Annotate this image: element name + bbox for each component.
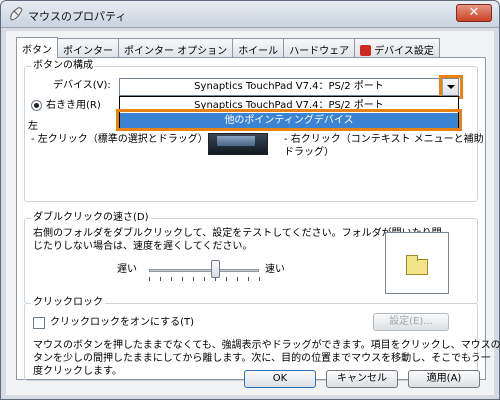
fast-label: 速い [265, 264, 285, 275]
tab-label: ホイール [238, 46, 279, 57]
device-select-value: Synaptics TouchPad V7.4：PS/2 ポート [194, 81, 384, 92]
click-lock-settings-button[interactable]: 設定(E)... [373, 313, 449, 331]
button-config-group: ボタンの構成 デバイス(V): Synaptics TouchPad V7.4：… [24, 60, 484, 202]
mouse-properties-window: マウスのプロパティ ✕ ボタン ポインター ポインター オプション ホイール ハ… [0, 0, 500, 400]
option-highlight [116, 109, 462, 131]
tab-pointer-options[interactable]: ポインター オプション [118, 38, 234, 57]
click-lock-checkbox[interactable] [33, 317, 45, 329]
right-click-description-cont: ドラッグ） [284, 147, 334, 158]
close-button[interactable]: ✕ [456, 4, 492, 22]
slider-tick [204, 277, 205, 281]
screen-window-image [217, 136, 255, 146]
click-lock-description-end: 度クリックします。 [33, 366, 122, 377]
slow-label: 遅い [117, 264, 137, 275]
tab-label: デバイス設定 [374, 46, 434, 57]
slider-tick [193, 277, 194, 281]
tab-label: ハードウェア [289, 46, 350, 57]
dialog-client: ボタン ポインター ポインター オプション ホイール ハードウェア デバイス設定… [6, 31, 500, 395]
folder-icon[interactable] [406, 255, 428, 275]
device-label: デバイス(V): [53, 80, 111, 91]
apply-button[interactable]: 適用(A) [408, 370, 480, 388]
group-label: クリックロック [31, 297, 105, 309]
left-click-description: - 左クリック（標準の選択とドラッグ） [31, 134, 208, 145]
tab-hardware[interactable]: ハードウェア [283, 38, 356, 57]
slider-tick [226, 277, 227, 281]
slider-tick [237, 277, 238, 281]
slider-tick [149, 277, 150, 281]
double-click-description-cont: じたりしない場合は、速度を遅くしてください。 [33, 241, 253, 252]
tab-label: ポインター [63, 46, 113, 57]
speed-slider-thumb[interactable] [211, 260, 220, 278]
group-label: ダブルクリックの速さ(D) [31, 212, 151, 224]
double-click-group: ダブルクリックの速さ(D) 右側のフォルダをダブルクリックして、設定をテストして… [24, 212, 478, 304]
click-lock-description-cont: タンを少しの間押したままにしてから離します。次に、目的の位置までマウスを移動し、… [33, 353, 491, 364]
click-lock-checkbox-label: クリックロックをオンにする(T) [50, 317, 195, 328]
tab-pointers[interactable]: ポインター [57, 38, 119, 57]
synaptics-icon [360, 45, 372, 56]
slider-tick [160, 277, 161, 281]
slider-tick [259, 277, 260, 281]
slider-tick [182, 277, 183, 281]
tab-wheel[interactable]: ホイール [232, 38, 285, 57]
double-click-description: 右側のフォルダをダブルクリックして、設定をテストしてください。フォルダが開いたり… [33, 228, 442, 239]
tab-label: ボタン [22, 45, 52, 56]
tab-device-settings[interactable]: デバイス設定 [354, 38, 440, 57]
window-title: マウスのプロパティ [28, 10, 127, 23]
device-select[interactable]: Synaptics TouchPad V7.4：PS/2 ポート [119, 78, 459, 96]
left-button-label: 左 [28, 121, 38, 132]
ok-button[interactable]: OK [244, 370, 316, 388]
test-folder-area[interactable] [385, 232, 449, 294]
right-click-description: - 右クリック（コンテキスト メニューと補助 [284, 134, 484, 145]
mouse-icon [10, 7, 23, 21]
slider-tick [248, 277, 249, 281]
buttons-tab-page: ボタンの構成 デバイス(V): Synaptics TouchPad V7.4：… [16, 57, 500, 381]
mouse-image [208, 133, 268, 155]
cancel-button[interactable]: キャンセル [326, 370, 398, 388]
tab-strip: ボタン ポインター ポインター オプション ホイール ハードウェア デバイス設定 [16, 37, 440, 58]
title-bar[interactable]: マウスのプロパティ ✕ [1, 1, 499, 28]
click-lock-description: マウスのボタンを押したままでなくても、強調表示やドラッグができます。項目をクリッ… [33, 340, 500, 351]
speed-slider-track[interactable] [149, 269, 259, 272]
tab-label: ポインター オプション [124, 46, 228, 57]
tab-buttons[interactable]: ボタン [16, 37, 58, 58]
right-hand-label: 右きき用(R) [46, 100, 101, 111]
right-hand-radio[interactable] [31, 100, 42, 111]
group-label: ボタンの構成 [31, 60, 95, 72]
slider-tick [171, 277, 172, 281]
